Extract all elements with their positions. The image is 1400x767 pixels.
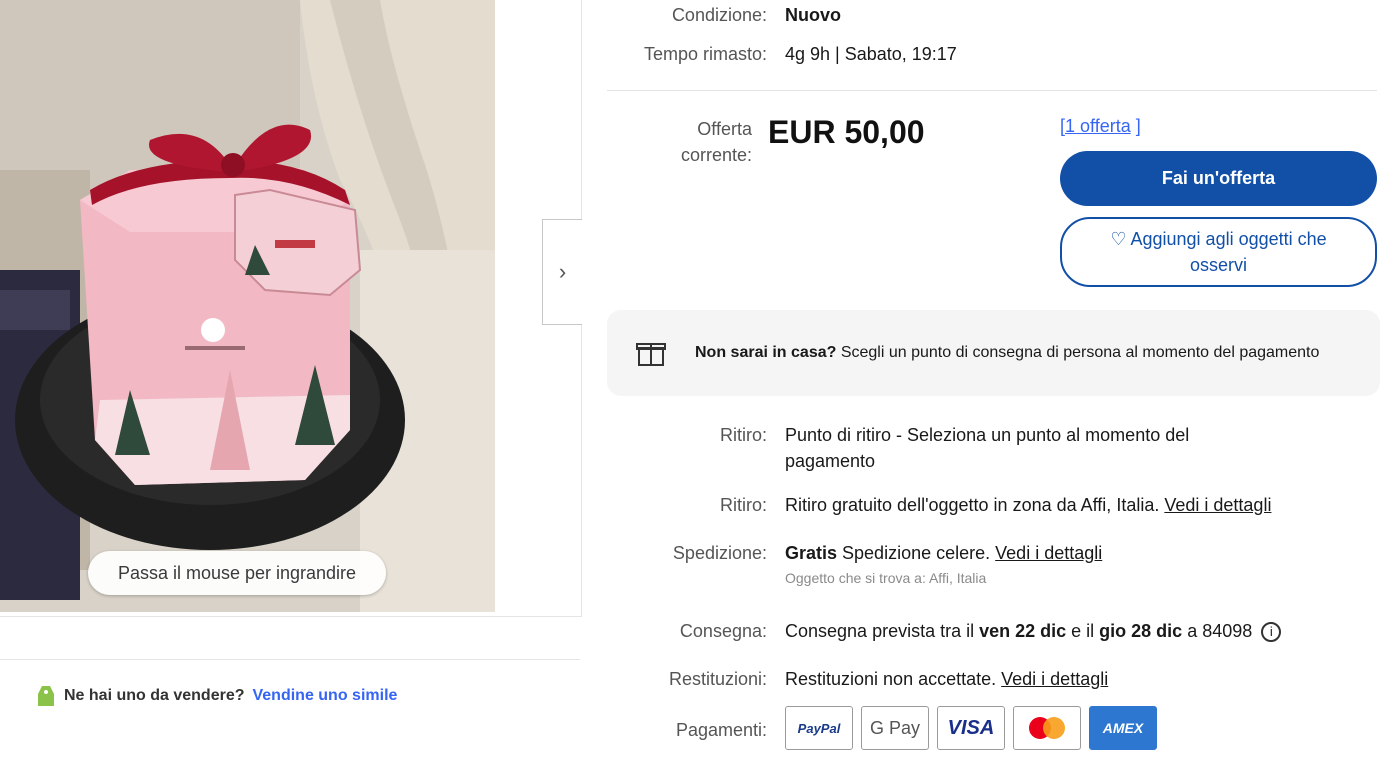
divider: [607, 90, 1377, 91]
bid-count-link[interactable]: 1 offerta: [1065, 116, 1131, 136]
sell-similar: Ne hai uno da vendere? Vendine uno simil…: [36, 684, 397, 708]
bid-count: [1 offerta ]: [1060, 116, 1141, 136]
watch-label: Aggiungi agli oggetti che osservi: [1130, 229, 1327, 275]
pickup-details-link[interactable]: Vedi i dettagli: [1164, 495, 1271, 515]
payment-logos: PayPal G Pay VISA AMEX: [785, 706, 1157, 750]
payments-label: Pagamenti:: [675, 720, 767, 740]
paypal-logo: PayPal: [785, 706, 853, 750]
delivery-label: Consegna:: [679, 621, 767, 641]
sell-similar-link[interactable]: Vendine uno simile: [252, 687, 397, 705]
shipping-details-link[interactable]: Vedi i dettagli: [995, 543, 1102, 563]
sell-question: Ne hai uno da vendere?: [64, 687, 245, 704]
current-bid-label: Offerta corrente:: [680, 119, 752, 165]
mastercard-logo: [1013, 706, 1081, 750]
returns-label: Restituzioni:: [668, 669, 767, 689]
product-photo[interactable]: Passa il mouse per ingrandire: [0, 0, 495, 612]
time-left-row: Tempo rimasto: 4g 9h | Sabato, 19:17: [607, 44, 957, 65]
pickup-point-value: Punto di ritiro - Seleziona un punto al …: [785, 425, 1190, 471]
shipping-value: Gratis Spedizione celere. Vedi i dettagl…: [785, 543, 1103, 586]
shipping-label: Spedizione:: [672, 543, 767, 563]
condition-value: Nuovo: [785, 5, 841, 25]
condition-label: Condizione:: [671, 5, 767, 25]
zoom-hint: Passa il mouse per ingrandire: [88, 551, 386, 595]
condition-row: Condizione: Nuovo: [607, 5, 841, 26]
pickup-notice-text: Non sarai in casa? Scegli un punto di co…: [695, 344, 1320, 361]
shipping-row: Spedizione: Gratis Spedizione celere. Ve…: [607, 543, 1102, 586]
time-left-label: Tempo rimasto:: [643, 44, 767, 64]
gift-icon: [607, 338, 695, 368]
visa-logo: VISA: [937, 706, 1005, 750]
pickup-label: Ritiro:: [719, 425, 767, 445]
next-image-button[interactable]: ›: [542, 219, 582, 325]
local-pickup-row: Ritiro: Ritiro gratuito dell'oggetto in …: [607, 495, 1271, 516]
divider: [0, 659, 580, 660]
returns-value: Restituzioni non accettate. Vedi i detta…: [785, 669, 1109, 689]
delivery-value: Consegna prevista tra il ven 22 dic e il…: [785, 621, 1282, 643]
current-bid-price: EUR 50,00: [768, 114, 925, 150]
info-icon[interactable]: i: [1261, 622, 1282, 643]
image-gallery: Passa il mouse per ingrandire ›: [0, 0, 582, 617]
google-pay-logo: G Pay: [861, 706, 929, 750]
heart-icon: ♡: [1110, 229, 1127, 249]
local-pickup-value: Ritiro gratuito dell'oggetto in zona da …: [785, 495, 1272, 515]
delivery-row: Consegna: Consegna prevista tra il ven 2…: [607, 621, 1282, 643]
chevron-right-icon: ›: [558, 259, 567, 284]
returns-row: Restituzioni: Restituzioni non accettate…: [607, 669, 1108, 690]
returns-details-link[interactable]: Vedi i dettagli: [1001, 669, 1108, 689]
payments-row: Pagamenti: PayPal G Pay VISA AMEX: [607, 706, 1157, 750]
pickup-point-row: Ritiro: Punto di ritiro - Seleziona un p…: [607, 422, 1265, 474]
place-bid-button[interactable]: Fai un'offerta: [1060, 151, 1377, 206]
tag-icon: [38, 686, 54, 706]
pickup-notice: Non sarai in casa? Scegli un punto di co…: [607, 310, 1380, 396]
pickup-label: Ritiro:: [719, 495, 767, 515]
item-location: Oggetto che si trova a: Affi, Italia: [785, 570, 987, 586]
add-to-watchlist-button[interactable]: ♡ Aggiungi agli oggetti che osservi: [1060, 217, 1377, 287]
amex-logo: AMEX: [1089, 706, 1157, 750]
time-left-value: 4g 9h | Sabato, 19:17: [785, 44, 957, 64]
